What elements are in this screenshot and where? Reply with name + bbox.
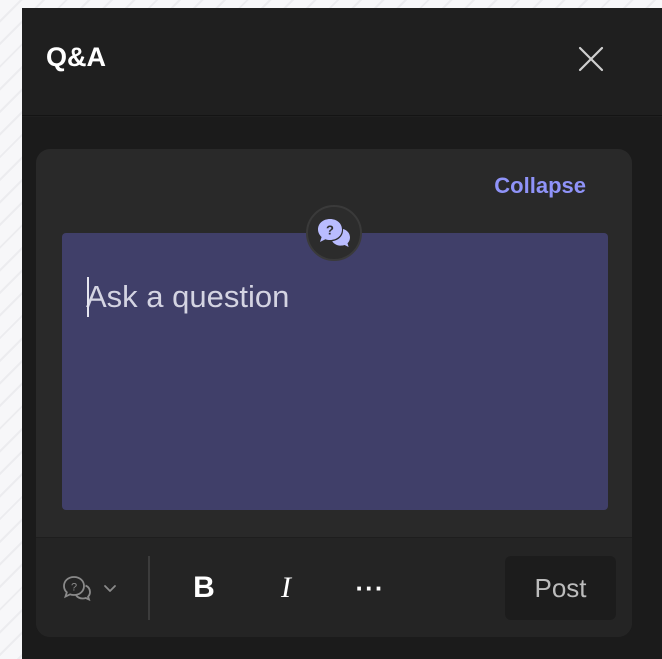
qa-panel: Q&A Collapse ? Ask a question ? B I ··· … — [22, 8, 662, 659]
post-button[interactable]: Post — [505, 556, 616, 620]
panel-title: Q&A — [46, 42, 106, 72]
collapse-link[interactable]: Collapse — [494, 173, 586, 199]
panel-header: Q&A — [22, 8, 662, 116]
qa-bubble-icon: ? — [318, 219, 350, 247]
toolbar-divider — [148, 556, 150, 620]
question-box — [62, 233, 608, 510]
chevron-down-icon — [104, 585, 116, 592]
question-bubble-icon: ? — [63, 576, 91, 602]
svg-text:?: ? — [71, 582, 77, 594]
question-composer: Collapse ? ? — [36, 149, 632, 637]
close-icon — [578, 46, 604, 72]
text-caret — [87, 277, 89, 317]
panel-body: Collapse ? ? — [22, 117, 662, 659]
svg-text:?: ? — [326, 223, 334, 238]
close-button[interactable] — [572, 40, 610, 78]
bold-button[interactable]: B — [180, 564, 228, 612]
more-options-button[interactable]: ··· — [344, 564, 396, 612]
qa-badge: ? — [306, 205, 362, 261]
italic-button[interactable]: I — [262, 564, 310, 612]
question-type-picker[interactable]: ? — [54, 564, 126, 612]
question-input[interactable] — [86, 277, 586, 317]
composer-toolbar: ? B I ··· Post — [36, 537, 632, 637]
